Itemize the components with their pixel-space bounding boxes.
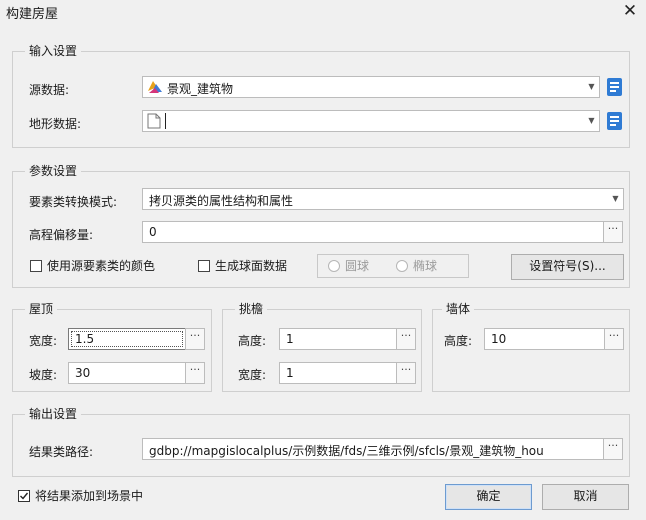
terrain-data-label: 地形数据: — [29, 117, 82, 131]
window-title: 构建房屋 — [6, 7, 59, 22]
terrain-browse-button[interactable] — [606, 111, 623, 131]
roof-width-value: 1.5 — [75, 332, 95, 346]
wall-height-more-button[interactable]: ··· — [604, 328, 624, 350]
feature-class-icon — [147, 79, 163, 95]
wall-height-input[interactable]: 10 — [484, 328, 605, 350]
wall-height-label: 高度: — [444, 334, 473, 348]
roof-slope-input[interactable]: 30 — [68, 362, 186, 384]
elev-offset-label: 高程偏移量: — [29, 228, 94, 242]
gen-sphere-checkbox[interactable] — [198, 260, 210, 272]
roof-width-more-button[interactable]: ··· — [185, 328, 205, 350]
terrain-data-combobox[interactable]: ▼ — [142, 110, 600, 132]
roof-width-input[interactable]: 1.5 — [68, 328, 186, 350]
elev-offset-more-button[interactable]: ··· — [603, 221, 623, 243]
roof-legend: 屋顶 — [25, 302, 58, 316]
cancel-button[interactable]: 取消 — [542, 484, 629, 510]
chevron-down-icon[interactable]: ▼ — [583, 111, 599, 131]
sphere-radio[interactable] — [328, 260, 340, 272]
result-path-value: gdbp://mapgislocalplus/示例数据/fds/三维示例/sfc… — [149, 444, 544, 458]
use-color-checkbox[interactable] — [30, 260, 42, 272]
checkmark-icon — [20, 492, 29, 500]
set-symbol-button[interactable]: 设置符号(S)... — [511, 254, 624, 280]
eaves-legend: 挑檐 — [235, 302, 268, 316]
source-browse-button[interactable] — [606, 77, 623, 97]
ok-button[interactable]: 确定 — [445, 484, 532, 510]
add-to-scene-label: 将结果添加到场景中 — [35, 489, 144, 503]
eaves-width-input[interactable]: 1 — [279, 362, 397, 384]
blank-file-icon — [147, 113, 161, 129]
close-button[interactable]: ✕ — [620, 0, 640, 22]
gen-sphere-label: 生成球面数据 — [215, 259, 288, 273]
source-data-label: 源数据: — [29, 83, 70, 97]
elev-offset-value: 0 — [149, 225, 157, 239]
chevron-down-icon[interactable]: ▼ — [583, 77, 599, 97]
sphere-label: 圆球 — [345, 259, 370, 273]
mode-combobox[interactable]: 拷贝源类的属性结构和属性 ▼ — [142, 188, 624, 210]
wall-height-value: 10 — [491, 332, 507, 346]
ellipsoid-radio[interactable] — [396, 260, 408, 272]
database-icon — [607, 112, 622, 130]
wall-legend: 墙体 — [442, 302, 475, 316]
result-path-input[interactable]: gdbp://mapgislocalplus/示例数据/fds/三维示例/sfc… — [142, 438, 604, 460]
elev-offset-input[interactable]: 0 — [142, 221, 604, 243]
mode-value: 拷贝源类的属性结构和属性 — [149, 194, 294, 208]
source-data-value: 景观_建筑物 — [167, 82, 234, 96]
roof-slope-more-button[interactable]: ··· — [185, 362, 205, 384]
wall-group — [432, 309, 630, 392]
output-settings-legend: 输出设置 — [25, 407, 82, 421]
eaves-width-label: 宽度: — [238, 368, 267, 382]
roof-slope-value: 30 — [75, 366, 91, 380]
result-path-label: 结果类路径: — [29, 445, 94, 459]
ellipsoid-label: 椭球 — [413, 259, 438, 273]
roof-slope-label: 坡度: — [29, 368, 58, 382]
chevron-down-icon[interactable]: ▼ — [607, 189, 623, 209]
eaves-height-more-button[interactable]: ··· — [396, 328, 416, 350]
param-settings-legend: 参数设置 — [25, 164, 82, 178]
mode-label: 要素类转换模式: — [29, 195, 118, 209]
eaves-height-input[interactable]: 1 — [279, 328, 397, 350]
eaves-height-label: 高度: — [238, 334, 267, 348]
database-icon — [607, 78, 622, 96]
add-to-scene-checkbox[interactable] — [18, 490, 30, 502]
source-data-combobox[interactable]: 景观_建筑物 ▼ — [142, 76, 600, 98]
result-path-more-button[interactable]: ··· — [603, 438, 623, 460]
use-color-label: 使用源要素类的颜色 — [47, 259, 156, 273]
eaves-width-more-button[interactable]: ··· — [396, 362, 416, 384]
input-settings-group — [12, 51, 630, 148]
eaves-width-value: 1 — [286, 366, 294, 380]
input-settings-legend: 输入设置 — [25, 44, 82, 58]
roof-width-label: 宽度: — [29, 334, 58, 348]
eaves-height-value: 1 — [286, 332, 294, 346]
